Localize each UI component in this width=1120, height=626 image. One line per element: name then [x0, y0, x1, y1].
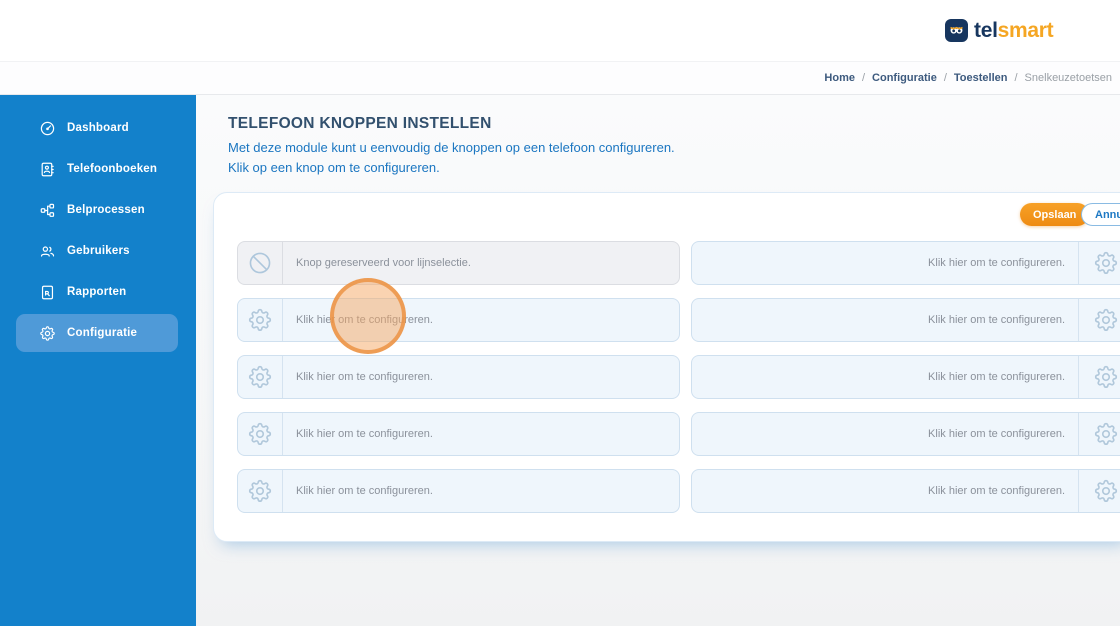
sidebar-item-telefoonboeken[interactable]: Telefoonboeken — [16, 150, 178, 188]
breadcrumb-current: Snelkeuzetoetsen — [1024, 72, 1112, 84]
gear-icon — [1078, 470, 1120, 512]
page-subtitle-line1: Met deze module kunt u eenvoudig de knop… — [228, 140, 675, 155]
phone-key-row-reserved: Knop gereserveerd voor lijnselectie. — [237, 241, 680, 285]
gear-icon — [1078, 299, 1120, 341]
callflow-icon — [40, 203, 55, 217]
users-icon — [40, 245, 55, 257]
sidebar-item-dashboard[interactable]: Dashboard — [16, 109, 178, 147]
gear-icon — [238, 356, 283, 398]
speedometer-icon — [40, 121, 55, 135]
gear-icon — [1078, 356, 1120, 398]
breadcrumb-toestellen[interactable]: Toestellen — [954, 72, 1008, 84]
phone-key-row[interactable]: Klik hier om te configureren. — [691, 469, 1120, 513]
breadcrumb-separator: / — [943, 72, 947, 84]
breadcrumb-separator: / — [1014, 72, 1018, 84]
main-content: TELEFOON KNOPPEN INSTELLEN Met deze modu… — [196, 95, 1120, 626]
sidebar-item-rapporten[interactable]: Rapporten — [16, 273, 178, 311]
brand-name: telsmart — [974, 19, 1054, 42]
app-header: telsmart — [0, 0, 1120, 62]
phone-key-label: Klik hier om te configureren. — [928, 485, 1065, 497]
gear-icon — [1078, 242, 1120, 284]
blocked-icon — [238, 242, 283, 284]
phone-key-row[interactable]: Klik hier om te configureren. — [237, 355, 680, 399]
sidebar-item-gebruikers[interactable]: Gebruikers — [16, 232, 178, 270]
report-icon — [41, 285, 54, 299]
phone-key-label: Klik hier om te configureren. — [296, 371, 433, 383]
phone-key-row[interactable]: Klik hier om te configureren. — [237, 469, 680, 513]
phone-key-label: Klik hier om te configureren. — [296, 428, 433, 440]
phone-key-label: Klik hier om te configureren. — [928, 428, 1065, 440]
gear-icon — [238, 470, 283, 512]
phone-key-label: Klik hier om te configureren. — [296, 485, 433, 497]
phone-key-label: Klik hier om te configureren. — [928, 371, 1065, 383]
sidebar-item-label: Gebruikers — [67, 245, 130, 257]
phone-key-row[interactable]: Klik hier om te configureren. — [237, 298, 680, 342]
phonebook-icon — [41, 162, 54, 176]
breadcrumb-home[interactable]: Home — [824, 72, 855, 84]
cancel-button[interactable]: Annuleren — [1081, 203, 1120, 226]
sidebar-item-configuratie[interactable]: Configuratie — [16, 314, 178, 352]
gear-icon — [238, 413, 283, 455]
page-title: TELEFOON KNOPPEN INSTELLEN — [228, 115, 492, 132]
sidebar-item-label: Telefoonboeken — [67, 163, 158, 175]
brand-logo[interactable]: telsmart — [945, 19, 1054, 42]
sidebar-item-label: Configuratie — [67, 327, 138, 339]
sidebar-item-belprocessen[interactable]: Belprocessen — [16, 191, 178, 229]
phone-key-row[interactable]: Klik hier om te configureren. — [691, 298, 1120, 342]
owl-icon — [945, 19, 968, 42]
button-grid: Knop gereserveerd voor lijnselectie. Kli… — [237, 241, 1120, 513]
sidebar-item-label: Dashboard — [67, 122, 129, 134]
breadcrumb-separator: / — [861, 72, 866, 84]
sidebar-item-label: Rapporten — [67, 286, 127, 298]
breadcrumb: Home / Configuratie / Toestellen / Snelk… — [0, 62, 1120, 95]
phone-key-label: Klik hier om te configureren. — [928, 257, 1065, 269]
phone-key-label: Klik hier om te configureren. — [296, 314, 433, 326]
gear-icon — [1078, 413, 1120, 455]
page-subtitle-line2: Klik op een knop om te configureren. — [228, 160, 440, 175]
phone-key-row[interactable]: Klik hier om te configureren. — [691, 355, 1120, 399]
breadcrumb-configuratie[interactable]: Configuratie — [872, 72, 937, 84]
gear-icon — [40, 325, 55, 341]
sidebar-item-label: Belprocessen — [67, 204, 145, 216]
gear-icon — [238, 299, 283, 341]
phone-key-row[interactable]: Klik hier om te configureren. — [691, 241, 1120, 285]
save-button[interactable]: Opslaan — [1020, 203, 1090, 226]
phone-key-label: Klik hier om te configureren. — [928, 314, 1065, 326]
phone-key-label: Knop gereserveerd voor lijnselectie. — [296, 257, 471, 269]
sidebar: Dashboard Telefoonboeken Belprocessen Ge… — [0, 95, 196, 626]
phone-key-row[interactable]: Klik hier om te configureren. — [691, 412, 1120, 456]
config-card: Opslaan Annuleren Knop gereserveerd voor… — [213, 192, 1120, 542]
phone-key-row[interactable]: Klik hier om te configureren. — [237, 412, 680, 456]
